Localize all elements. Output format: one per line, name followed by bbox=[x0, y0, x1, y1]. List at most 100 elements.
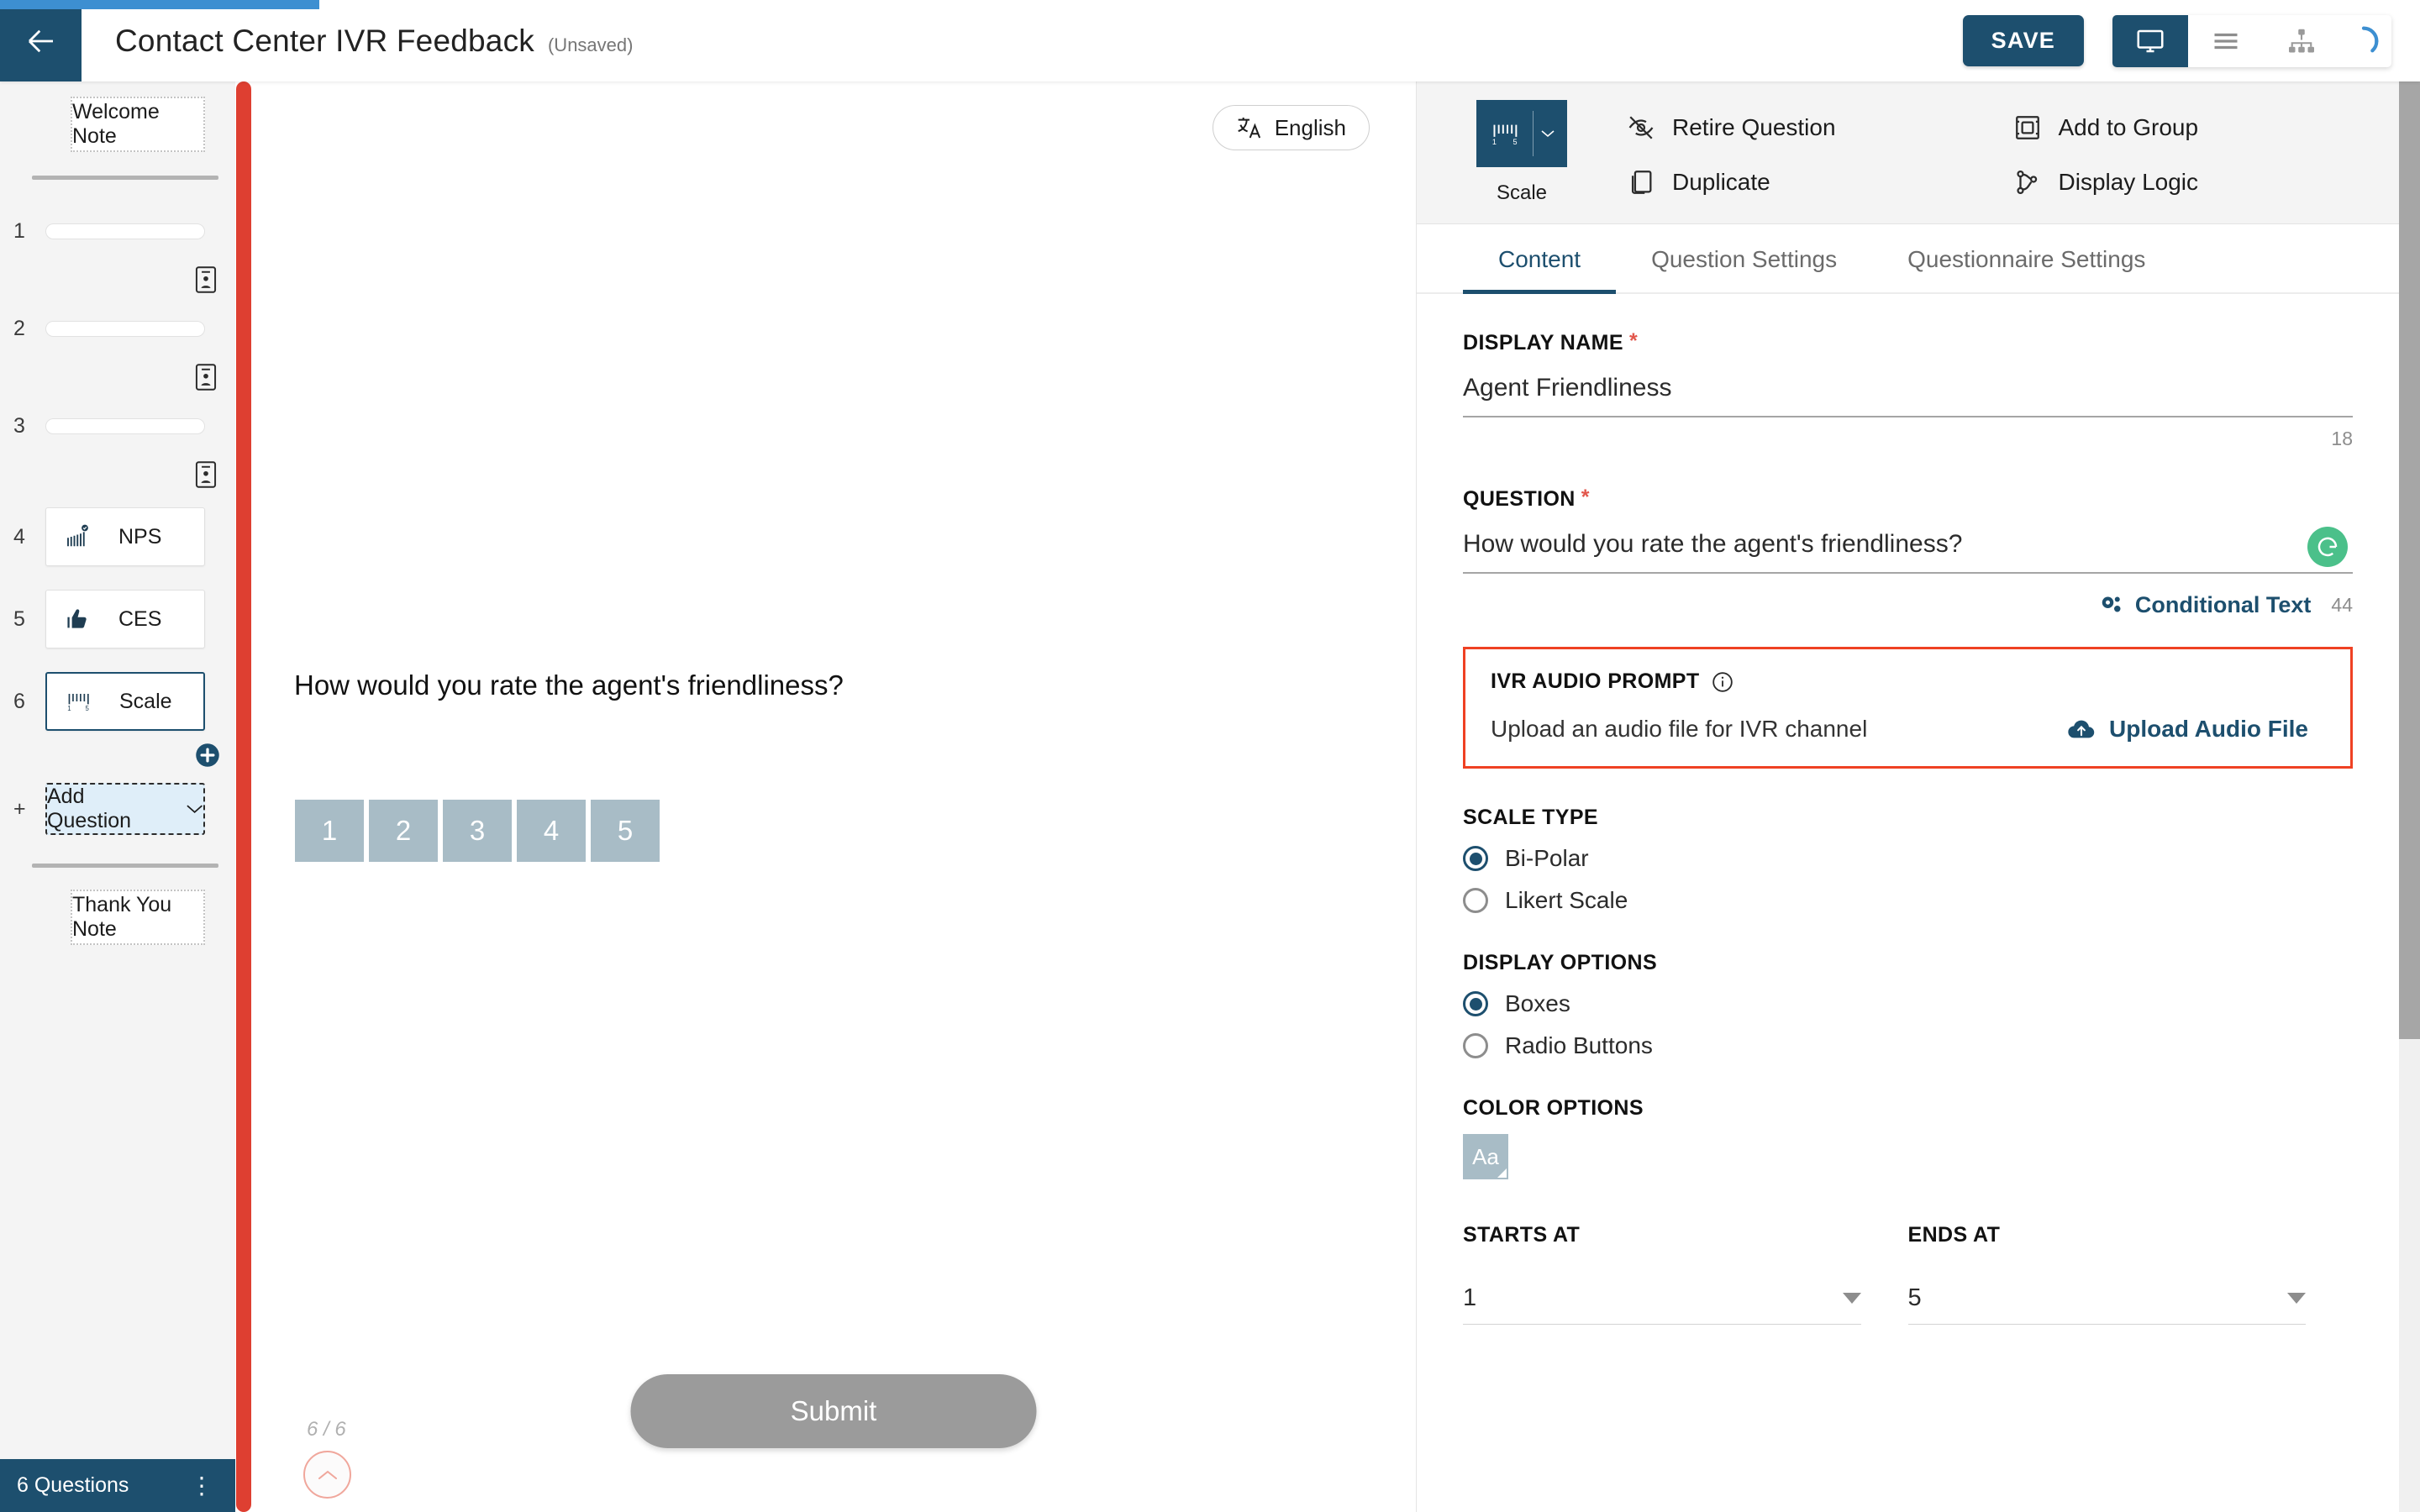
display-name-input[interactable] bbox=[1463, 355, 2353, 417]
eye-slash-icon bbox=[1628, 116, 1654, 139]
back-button[interactable] bbox=[0, 0, 82, 81]
tab-question-settings[interactable]: Question Settings bbox=[1616, 224, 1872, 294]
conditional-text-row: Conditional Text 44 bbox=[1463, 592, 2353, 618]
color-swatch-picker[interactable]: Aa bbox=[1463, 1134, 1508, 1179]
scale-type-option-bipolar[interactable]: Bi-Polar bbox=[1463, 845, 2353, 872]
question-type-selector[interactable]: 1 5 bbox=[1476, 100, 1567, 167]
sidebar-channel-icon-row bbox=[0, 358, 235, 396]
add-question-button[interactable]: Add Question bbox=[45, 783, 205, 835]
app-header: Contact Center IVR Feedback (Unsaved) SA… bbox=[0, 0, 2420, 81]
scale-type-label: SCALE TYPE bbox=[1463, 806, 1598, 829]
question-input[interactable] bbox=[1463, 512, 2353, 574]
ends-at-label: ENDS AT bbox=[1907, 1223, 2001, 1247]
preview-question-text: How would you rate the agent's friendlin… bbox=[294, 669, 844, 701]
tab-questionnaire-settings[interactable]: Questionnaire Settings bbox=[1872, 224, 2181, 294]
grammarly-icon[interactable] bbox=[2307, 527, 2348, 567]
display-logic-button[interactable]: Display Logic bbox=[2013, 160, 2400, 206]
sidebar-divider-bottom bbox=[32, 864, 218, 868]
question-label-text: QUESTION bbox=[1463, 487, 1576, 511]
sidebar-question-row: 4 NPS bbox=[0, 507, 235, 566]
sidebar-item-thank-you-note[interactable]: Thank You Note bbox=[71, 890, 205, 945]
scale-type-option-likert[interactable]: Likert Scale bbox=[1463, 887, 2353, 914]
sidebar-scroll-area[interactable]: Welcome Note 1 2 3 4 NPS 5 CES 6 1 5 Sca… bbox=[0, 81, 235, 1459]
question-sidebar: Welcome Note 1 2 3 4 NPS 5 CES 6 1 5 Sca… bbox=[0, 81, 235, 1512]
display-option-radio-buttons[interactable]: Radio Buttons bbox=[1463, 1032, 2353, 1059]
scale-option-box[interactable]: 4 bbox=[517, 800, 586, 862]
sidebar-channel-icon-row bbox=[0, 260, 235, 299]
sidebar-item-label: CES bbox=[118, 606, 162, 631]
arrow-left-icon bbox=[28, 29, 53, 52]
sitemap-icon bbox=[2289, 29, 2314, 52]
sidebar-row-number: 1 bbox=[13, 218, 25, 243]
nps-scale-icon bbox=[67, 524, 88, 547]
language-selector[interactable]: English bbox=[1212, 105, 1370, 150]
submit-button[interactable]: Submit bbox=[630, 1374, 1037, 1448]
save-state-label: (Unsaved) bbox=[547, 34, 634, 55]
sidebar-row-number: 6 bbox=[13, 689, 25, 713]
ends-at-select[interactable]: 5 bbox=[1907, 1266, 2306, 1325]
refresh-spinner-icon bbox=[2361, 26, 2379, 52]
sidebar-question-row: 5 CES bbox=[0, 590, 235, 648]
scale-option-box[interactable]: 1 bbox=[295, 800, 364, 862]
language-label: English bbox=[1274, 114, 1346, 140]
duplicate-icon bbox=[1631, 170, 1652, 194]
tile-divider bbox=[1532, 111, 1534, 156]
conditional-text-button[interactable]: Conditional Text bbox=[2096, 592, 2312, 618]
sidebar-divider-top bbox=[32, 176, 218, 180]
sidebar-row-number: 4 bbox=[13, 524, 25, 549]
preview-scale-options: 1 2 3 4 5 bbox=[295, 800, 660, 862]
sidebar-add-row bbox=[0, 743, 235, 768]
title-group: Contact Center IVR Feedback (Unsaved) bbox=[115, 24, 633, 59]
starts-at-label: STARTS AT bbox=[1463, 1223, 1581, 1247]
tab-content[interactable]: Content bbox=[1463, 224, 1617, 294]
app-root: Contact Center IVR Feedback (Unsaved) SA… bbox=[0, 0, 2420, 1512]
retire-question-button[interactable]: Retire Question bbox=[1627, 105, 2013, 151]
question-editor-panel: 1 5 Scale Retire Question Add to Group D… bbox=[1416, 81, 2399, 1512]
sidebar-item-scale[interactable]: 1 5 Scale bbox=[45, 672, 205, 731]
desktop-preview-button[interactable] bbox=[2112, 14, 2188, 67]
starts-at-field: STARTS AT 1 bbox=[1463, 1223, 1908, 1325]
duplicate-button[interactable]: Duplicate bbox=[1627, 160, 2013, 206]
radio-indicator bbox=[1463, 888, 1488, 913]
kebab-menu-icon[interactable]: ⋮ bbox=[190, 1473, 213, 1498]
page-title: Contact Center IVR Feedback bbox=[115, 23, 534, 58]
panel-scrollbar-track[interactable] bbox=[2399, 81, 2420, 1512]
sidebar-skeleton-row: 3 bbox=[0, 396, 235, 455]
conditional-text-label: Conditional Text bbox=[2134, 592, 2312, 617]
page-indicator: 6 / 6 bbox=[307, 1418, 346, 1441]
radio-label: Bi-Polar bbox=[1505, 845, 1589, 871]
sidebar-resize-divider[interactable] bbox=[236, 81, 251, 1512]
flow-view-button[interactable] bbox=[2264, 14, 2339, 67]
info-icon[interactable] bbox=[1712, 671, 1733, 693]
panel-scrollbar-thumb[interactable] bbox=[2399, 81, 2420, 1039]
chevron-down-icon bbox=[1842, 1293, 1861, 1304]
scroll-up-button[interactable] bbox=[303, 1451, 351, 1499]
scale-option-box[interactable]: 3 bbox=[443, 800, 512, 862]
scale-option-box[interactable]: 5 bbox=[591, 800, 660, 862]
monitor-icon bbox=[2137, 29, 2164, 52]
radio-indicator bbox=[1463, 846, 1488, 871]
list-view-button[interactable] bbox=[2188, 14, 2264, 67]
scale-option-box[interactable]: 2 bbox=[369, 800, 438, 862]
add-to-group-button[interactable]: Add to Group bbox=[2013, 105, 2400, 151]
display-option-boxes[interactable]: Boxes bbox=[1463, 990, 2353, 1017]
group-box-icon bbox=[2015, 116, 2039, 140]
starts-at-select[interactable]: 1 bbox=[1463, 1266, 1861, 1325]
panel-tabs: Content Question Settings Questionnaire … bbox=[1417, 224, 2399, 294]
panel-content-body: DISPLAY NAME * 18 QUESTION * bbox=[1417, 331, 2399, 1358]
sidebar-skeleton-row: 1 bbox=[0, 202, 235, 260]
ivr-audio-prompt-label: IVR AUDIO PROMPT bbox=[1491, 669, 2325, 694]
sidebar-item-nps[interactable]: NPS bbox=[45, 507, 205, 566]
save-button[interactable]: SAVE bbox=[1962, 15, 2084, 66]
upload-audio-file-button[interactable]: Upload Audio File bbox=[2067, 716, 2308, 743]
svg-text:1: 1 bbox=[67, 705, 71, 712]
svg-text:1: 1 bbox=[1491, 138, 1496, 146]
plus-circle-icon[interactable] bbox=[195, 743, 220, 768]
chevron-up-icon bbox=[318, 1470, 337, 1479]
page-load-progress-bar bbox=[0, 0, 319, 9]
panel-action-grid: Retire Question Add to Group Duplicate D… bbox=[1627, 100, 2399, 205]
svg-text:5: 5 bbox=[85, 705, 89, 712]
sidebar-item-welcome-note[interactable]: Welcome Note bbox=[71, 97, 205, 152]
sidebar-item-ces[interactable]: CES bbox=[45, 590, 205, 648]
panel-toolbar: 1 5 Scale Retire Question Add to Group D… bbox=[1417, 81, 2399, 224]
